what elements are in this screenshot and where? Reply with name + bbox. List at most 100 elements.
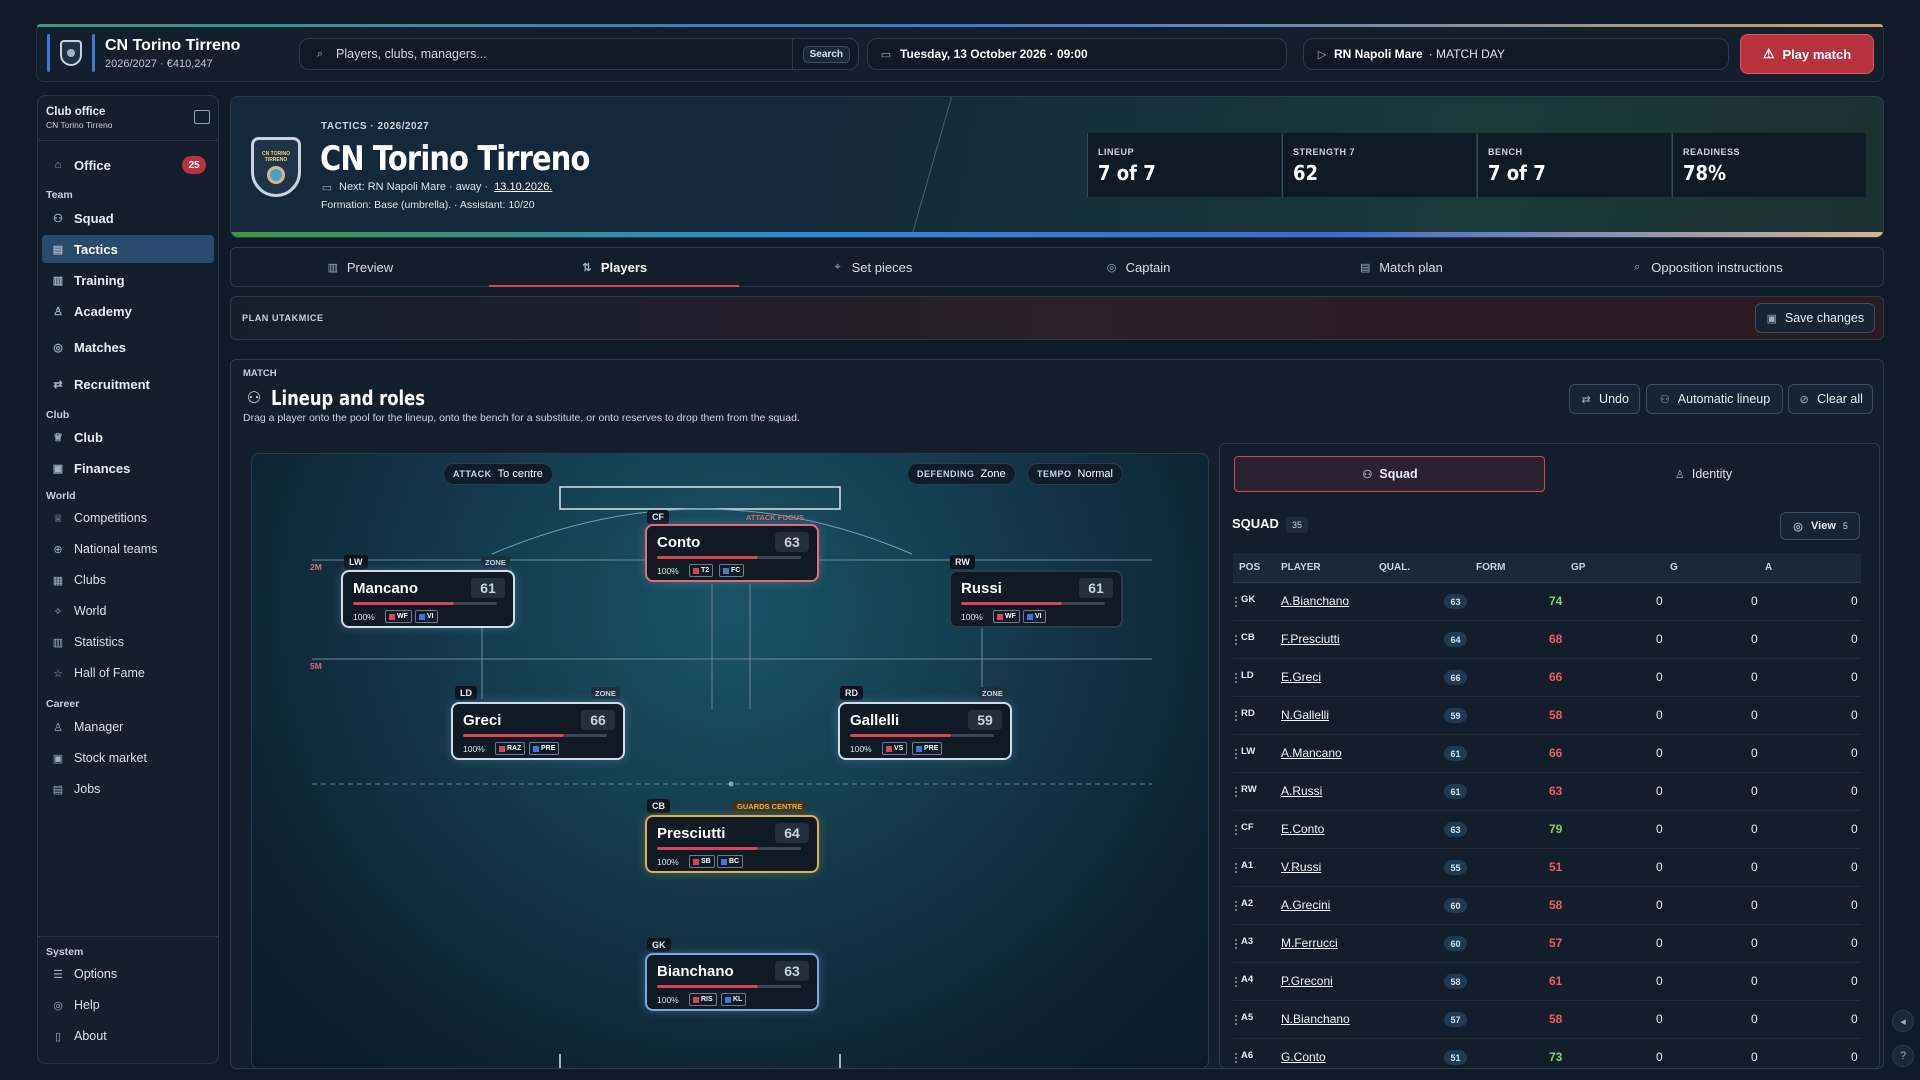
row-player-name[interactable]: A.Grecini bbox=[1281, 898, 1330, 912]
sidebar-item-finances[interactable]: ▣ Finances bbox=[42, 454, 214, 482]
tab-preview[interactable]: ▥ Preview bbox=[231, 248, 489, 286]
play-match-button[interactable]: ⚠ Play match bbox=[1740, 34, 1874, 74]
drag-handle-icon[interactable] bbox=[1235, 1015, 1238, 1025]
sidebar-item-tactics[interactable]: ▤ Tactics bbox=[42, 235, 214, 263]
tab-captain[interactable]: ◎ Captain bbox=[1005, 248, 1271, 286]
player-card-cf[interactable]: Conto 63 100% T2 FC bbox=[645, 524, 819, 582]
club-brand[interactable]: CN Torino Tirreno 2026/2027 · €410,247 bbox=[47, 33, 240, 73]
row-player-name[interactable]: F.Presciutti bbox=[1281, 632, 1340, 646]
sidebar-item-matches[interactable]: ◎ Matches bbox=[42, 333, 214, 361]
row-player-name[interactable]: M.Ferrucci bbox=[1281, 936, 1338, 950]
column-pos[interactable]: POS bbox=[1239, 562, 1260, 573]
row-player-name[interactable]: A.Bianchano bbox=[1281, 594, 1349, 608]
table-row[interactable]: CB F.Presciutti 64 68 0 0 0 bbox=[1233, 621, 1861, 659]
row-player-name[interactable]: E.Conto bbox=[1281, 822, 1324, 836]
table-row[interactable]: RW A.Russi 61 63 0 0 0 bbox=[1233, 773, 1861, 811]
row-player-name[interactable]: P.Greconi bbox=[1281, 974, 1333, 988]
search-button[interactable]: Search bbox=[802, 45, 850, 63]
table-row[interactable]: LW A.Mancano 61 66 0 0 0 bbox=[1233, 735, 1861, 773]
tab-players[interactable]: ⇅ Players bbox=[489, 248, 739, 287]
table-row[interactable]: A6 G.Conto 51 73 0 0 0 bbox=[1233, 1039, 1861, 1069]
sidebar-item-statistics[interactable]: ▥ Statistics bbox=[42, 628, 214, 656]
help-fab-icon[interactable]: ? bbox=[1892, 1045, 1914, 1067]
next-match-display[interactable]: ▷ RN Napoli Mare · MATCH DAY bbox=[1303, 38, 1729, 70]
row-player-name[interactable]: V.Russi bbox=[1281, 860, 1321, 874]
sidebar-item-clubs[interactable]: ▦ Clubs bbox=[42, 566, 214, 594]
column-gp[interactable]: GP bbox=[1571, 562, 1585, 573]
table-row[interactable]: CF E.Conto 63 79 0 0 0 bbox=[1233, 811, 1861, 849]
drag-handle-icon[interactable] bbox=[1235, 825, 1238, 835]
search-box[interactable]: ⌕ Players, clubs, managers... Search bbox=[299, 38, 859, 70]
sidebar-item-training[interactable]: ▥ Training bbox=[42, 266, 214, 294]
row-player-name[interactable]: A.Russi bbox=[1281, 784, 1322, 798]
player-card-rd[interactable]: Gallelli 59 100% VS PRE bbox=[838, 702, 1012, 760]
table-row[interactable]: GK A.Bianchano 63 74 0 0 0 bbox=[1233, 583, 1861, 621]
drag-handle-icon[interactable] bbox=[1235, 635, 1238, 645]
player-card-rw[interactable]: Russi 61 100% WF VI bbox=[949, 570, 1123, 628]
column-assists[interactable]: A bbox=[1765, 562, 1772, 573]
sidebar-item-hall-of-fame[interactable]: ☆ Hall of Fame bbox=[42, 659, 214, 687]
sidebar-item-national-teams[interactable]: ⊕ National teams bbox=[42, 535, 214, 563]
sidebar-item-world[interactable]: ✧ World bbox=[42, 597, 214, 625]
table-row[interactable]: A5 N.Bianchano 57 58 0 0 0 bbox=[1233, 1001, 1861, 1039]
tab-set-pieces[interactable]: ⌖ Set pieces bbox=[739, 248, 1005, 286]
next-match-date[interactable]: 13.10.2026. bbox=[494, 181, 552, 193]
defending-tag[interactable]: DEFENDING Zone bbox=[907, 463, 1016, 485]
undo-button[interactable]: ⇄ Undo bbox=[1569, 384, 1640, 414]
volume-icon[interactable]: ◂ bbox=[1892, 1010, 1914, 1032]
sidebar-item-manager[interactable]: ♙ Manager bbox=[42, 713, 214, 741]
sidebar-item-club[interactable]: ♕ Club bbox=[42, 423, 214, 451]
sidebar-item-jobs[interactable]: ▤ Jobs bbox=[42, 775, 214, 803]
sidebar-item-help[interactable]: ◎ Help bbox=[42, 991, 214, 1019]
tab-identity[interactable]: ♙ Identity bbox=[1545, 456, 1861, 492]
sidebar-item-academy[interactable]: ♙ Academy bbox=[42, 297, 214, 325]
table-row[interactable]: A1 V.Russi 55 51 0 0 0 bbox=[1233, 849, 1861, 887]
column-form[interactable]: FORM bbox=[1476, 562, 1505, 573]
sidebar-item-office[interactable]: ⌂ Office 25 bbox=[42, 151, 214, 179]
player-card-lw[interactable]: Mancano 61 100% WF VI bbox=[341, 570, 515, 628]
collapse-sidebar-icon[interactable] bbox=[194, 110, 210, 124]
row-player-name[interactable]: G.Conto bbox=[1281, 1050, 1326, 1064]
column-quality[interactable]: QUAL. bbox=[1379, 562, 1410, 573]
search-input[interactable]: Players, clubs, managers... bbox=[336, 47, 792, 61]
drag-handle-icon[interactable] bbox=[1235, 863, 1238, 873]
sidebar-item-competitions[interactable]: ♕ Competitions bbox=[42, 504, 214, 532]
row-player-name[interactable]: N.Bianchano bbox=[1281, 1012, 1350, 1026]
drag-handle-icon[interactable] bbox=[1235, 711, 1238, 721]
tab-squad[interactable]: ⚇ Squad bbox=[1234, 456, 1545, 492]
drag-handle-icon[interactable] bbox=[1235, 977, 1238, 987]
view-button[interactable]: ◎ View 5 bbox=[1780, 512, 1860, 540]
table-row[interactable]: RD N.Gallelli 59 58 0 0 0 bbox=[1233, 697, 1861, 735]
sidebar-item-about[interactable]: ▯ About bbox=[42, 1022, 214, 1050]
sidebar-item-stock-market[interactable]: ▣ Stock market bbox=[42, 744, 214, 772]
automatic-lineup-button[interactable]: ⚇ Automatic lineup bbox=[1646, 384, 1783, 414]
row-player-name[interactable]: N.Gallelli bbox=[1281, 708, 1329, 722]
tab-opposition-instructions[interactable]: ⌕ Opposition instructions bbox=[1531, 248, 1883, 286]
table-row[interactable]: A2 A.Grecini 60 58 0 0 0 bbox=[1233, 887, 1861, 925]
tempo-tag[interactable]: TEMPO Normal bbox=[1027, 463, 1123, 485]
player-card-ld[interactable]: Greci 66 100% RAZ PRE bbox=[451, 702, 625, 760]
player-card-cb[interactable]: Presciutti 64 100% SB BC bbox=[645, 815, 819, 873]
drag-handle-icon[interactable] bbox=[1235, 939, 1238, 949]
drag-handle-icon[interactable] bbox=[1235, 1053, 1238, 1063]
sidebar-item-recruitment[interactable]: ⇄ Recruitment bbox=[42, 370, 214, 398]
save-changes-button[interactable]: ▣ Save changes bbox=[1755, 303, 1875, 333]
drag-handle-icon[interactable] bbox=[1235, 749, 1238, 759]
attack-tag[interactable]: ATTACK To centre bbox=[443, 463, 553, 485]
column-player[interactable]: PLAYER bbox=[1281, 562, 1321, 573]
tab-match-plan[interactable]: ▤ Match plan bbox=[1271, 248, 1531, 286]
row-player-name[interactable]: E.Greci bbox=[1281, 670, 1321, 684]
column-goals[interactable]: G bbox=[1670, 562, 1678, 573]
drag-handle-icon[interactable] bbox=[1235, 673, 1238, 683]
sidebar-item-options[interactable]: ☰ Options bbox=[42, 960, 214, 988]
row-player-name[interactable]: A.Mancano bbox=[1281, 746, 1342, 760]
drag-handle-icon[interactable] bbox=[1235, 787, 1238, 797]
drag-handle-icon[interactable] bbox=[1235, 597, 1238, 607]
clear-all-button[interactable]: ⊘ Clear all bbox=[1788, 384, 1873, 414]
table-row[interactable]: LD E.Greci 66 66 0 0 0 bbox=[1233, 659, 1861, 697]
date-display[interactable]: ▭ Tuesday, 13 October 2026 · 09:00 bbox=[867, 38, 1287, 70]
water-polo-pitch[interactable]: 2M 5M ATTACK To centre DEFENDING Zone TEMP… bbox=[251, 453, 1209, 1069]
table-row[interactable]: A3 M.Ferrucci 60 57 0 0 0 bbox=[1233, 925, 1861, 963]
player-card-gk[interactable]: Bianchano 63 100% RIS KL bbox=[645, 953, 819, 1011]
sidebar-item-squad[interactable]: ⚇ Squad bbox=[42, 204, 214, 232]
